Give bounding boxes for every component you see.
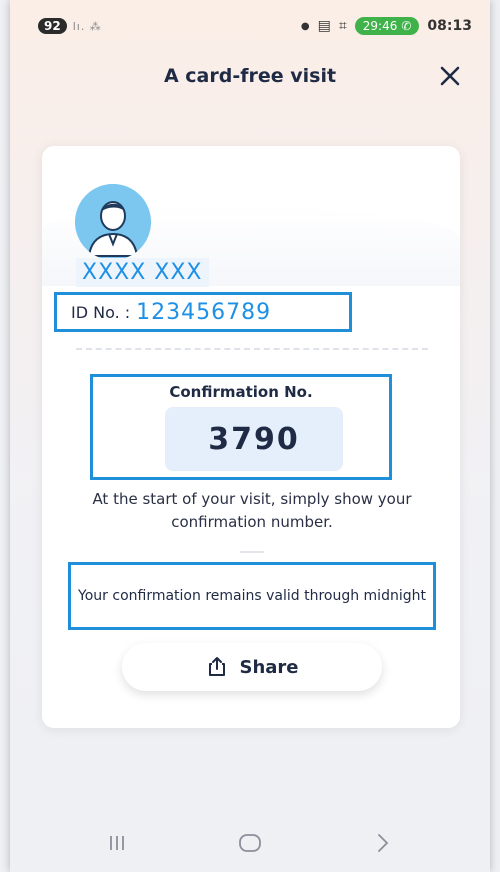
page-title: A card-free visit — [163, 65, 337, 87]
confirmation-box: Confirmation No. 3790 — [90, 374, 392, 480]
screenshot-icon: ⌗ — [338, 18, 347, 34]
validity-box: Your confirmation remains valid through … — [68, 562, 436, 630]
system-nav-bar — [10, 815, 490, 871]
confirmation-number: 3790 — [208, 421, 300, 457]
id-value: 123456789 — [136, 299, 272, 325]
user-avatar-icon — [75, 184, 151, 260]
notification-dot-icon: ● — [300, 20, 310, 32]
battery-badge: 92 — [38, 18, 67, 34]
header: A card-free visit — [10, 52, 490, 100]
confirmation-number-box: 3790 — [165, 407, 343, 471]
share-label: Share — [239, 656, 299, 678]
call-timer-pill[interactable]: 29:46 ✆ — [354, 17, 420, 35]
recent-apps-button[interactable] — [97, 823, 137, 863]
status-left: 92 lı. ⁂ — [38, 18, 102, 34]
clock: 08:13 — [427, 18, 472, 34]
visit-card: XXXX XXX ID No. : 123456789 Confirmation… — [42, 146, 460, 728]
recent-apps-icon — [109, 836, 124, 850]
instruction-text: At the start of your visit, simply show … — [92, 490, 412, 531]
phone-icon: ✆ — [401, 19, 412, 33]
validity-text: Your confirmation remains valid through … — [78, 587, 426, 604]
message-icon: ▤ — [317, 18, 331, 34]
home-button[interactable] — [230, 823, 270, 863]
status-right: ● ▤ ⌗ 29:46 ✆ 08:13 — [301, 17, 472, 35]
phone-screen: 92 lı. ⁂ ● ▤ ⌗ 29:46 ✆ 08:13 A card-free… — [10, 0, 490, 872]
id-label: ID No. : — [71, 302, 131, 322]
home-icon — [239, 834, 261, 852]
call-timer: 29:46 — [362, 19, 398, 33]
signal-icon: lı. ⁂ — [72, 19, 102, 33]
back-button[interactable] — [363, 823, 403, 863]
share-icon — [209, 657, 226, 676]
id-number-box: ID No. : 123456789 — [54, 292, 352, 332]
close-button[interactable] — [434, 60, 466, 92]
confirmation-label: Confirmation No. — [169, 383, 313, 401]
status-bar: 92 lı. ⁂ ● ▤ ⌗ 29:46 ✆ 08:13 — [10, 0, 490, 52]
dashed-divider — [76, 348, 428, 350]
share-button[interactable]: Share — [122, 643, 382, 691]
patient-name: XXXX XXX — [76, 258, 209, 287]
close-icon — [440, 66, 460, 86]
short-divider — [240, 551, 264, 553]
back-icon — [378, 834, 389, 852]
